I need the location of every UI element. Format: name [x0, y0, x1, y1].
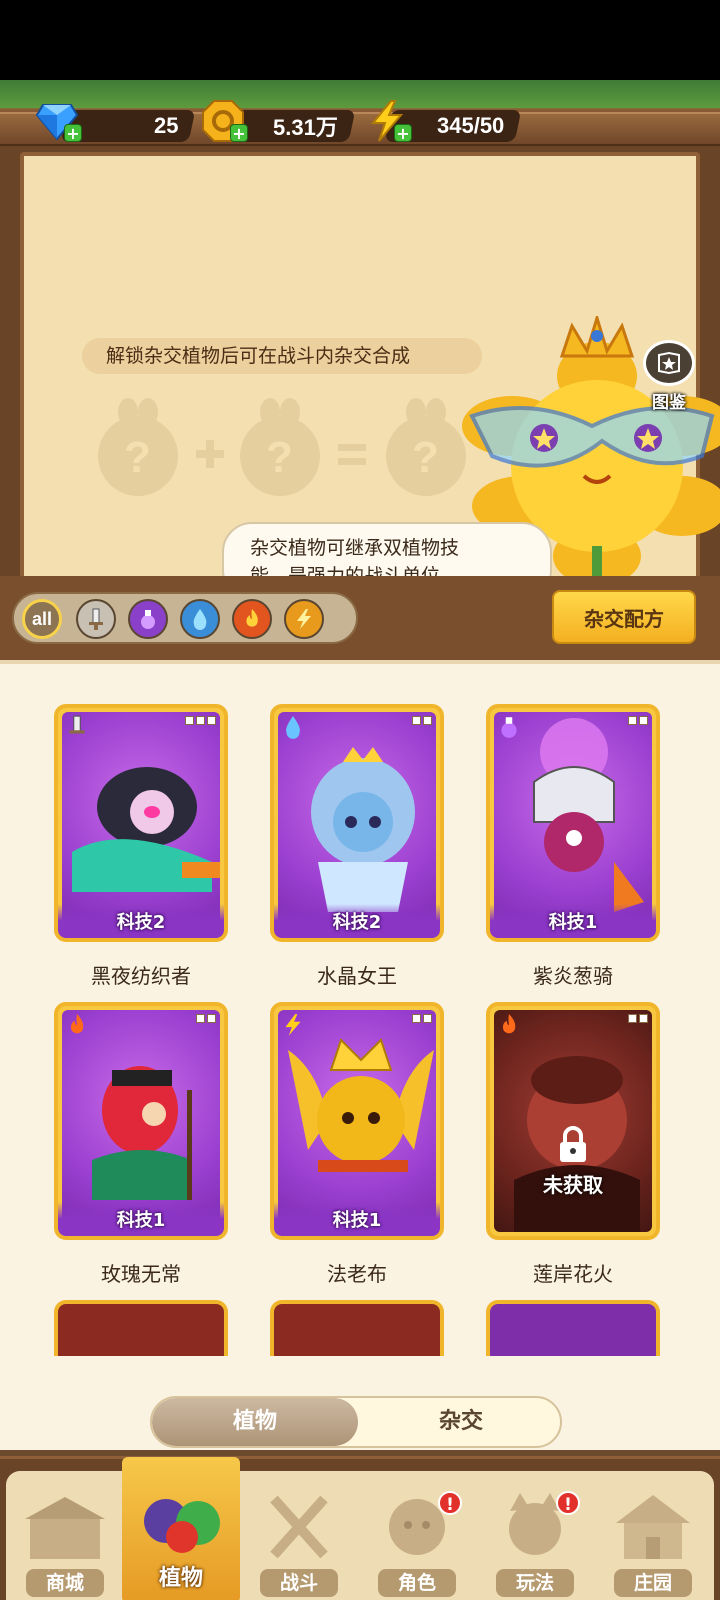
shop-icon	[25, 1497, 105, 1559]
svg-text:?: ?	[124, 433, 151, 482]
grid-icon	[628, 1014, 648, 1036]
energy-count: 345/50	[436, 113, 504, 138]
nav-label: 玩法	[496, 1569, 574, 1597]
sword-element-icon	[64, 714, 90, 740]
sword-element-icon[interactable]	[76, 599, 116, 639]
nav-shop[interactable]: 商城	[6, 1471, 124, 1600]
grid-icon	[412, 1014, 432, 1036]
hybrid-recipe-button[interactable]: 杂交配方	[552, 590, 696, 644]
add-diamond-icon[interactable]: +	[64, 124, 82, 143]
plant-art	[62, 712, 220, 934]
view-toggle: 植物 杂交	[150, 1396, 562, 1448]
add-energy-icon[interactable]: +	[394, 124, 412, 143]
plant-name: 玫瑰无常	[101, 1262, 181, 1286]
tech-level: 科技1	[58, 1202, 224, 1236]
lock-icon	[560, 1126, 586, 1162]
tab-hybrid[interactable]: 杂交	[358, 1398, 560, 1446]
nav-label: 植物	[158, 1566, 203, 1591]
fire-element-icon	[64, 1012, 90, 1038]
plant-card[interactable]: 科技1	[54, 1002, 228, 1240]
speech-line-1: 杂交植物可继承双植物技	[250, 537, 460, 559]
tab-plants[interactable]: 植物	[152, 1398, 358, 1446]
tech-level: 科技2	[58, 904, 224, 938]
bottom-nav-inner: 商城 植物 战斗 角色 ! 玩法 ! 庄园	[6, 1457, 714, 1600]
plant-name: 法老布	[327, 1262, 387, 1286]
notification-badge: !	[556, 1491, 580, 1515]
manor-icon	[616, 1495, 690, 1559]
nav-plants[interactable]: 植物	[122, 1457, 240, 1600]
plant-art	[62, 1010, 220, 1232]
potion-element-icon	[496, 714, 522, 740]
water-element-icon[interactable]	[180, 599, 220, 639]
water-element-icon	[280, 714, 306, 740]
grid-icon	[196, 1014, 216, 1036]
diamond-count: 25	[153, 113, 178, 138]
filter-bar: all 杂交配方	[0, 576, 720, 660]
lightning-icon[interactable]: +	[364, 98, 412, 144]
guide-button[interactable]: 图鉴	[636, 340, 702, 413]
grid-icon	[185, 716, 216, 738]
plant-art	[278, 1010, 436, 1232]
potion-element-icon[interactable]	[128, 599, 168, 639]
add-coin-icon[interactable]: +	[230, 124, 248, 143]
nav-label: 战斗	[260, 1569, 338, 1597]
nav-manor[interactable]: 庄园	[594, 1471, 712, 1600]
nav-label: 商城	[26, 1569, 104, 1597]
notification-badge: !	[438, 1491, 462, 1515]
svg-text:?: ?	[412, 433, 439, 482]
nav-gameplay[interactable]: 玩法 !	[476, 1471, 594, 1600]
plant-card-locked[interactable]: 未获取	[486, 1002, 660, 1240]
plant-name: 水晶女王	[317, 964, 397, 988]
plant-card[interactable]: 科技1	[486, 704, 660, 942]
nav-character[interactable]: 角色 !	[358, 1471, 476, 1600]
plant-card[interactable]: 科技2	[270, 704, 444, 942]
plant-art	[494, 712, 652, 934]
coin-icon[interactable]: +	[200, 98, 248, 144]
guide-icon	[643, 340, 695, 386]
nav-label: 庄园	[614, 1569, 692, 1597]
guide-label: 图鉴	[652, 393, 686, 413]
lightning-element-icon	[280, 1012, 306, 1038]
lightning-element-icon[interactable]	[284, 599, 324, 639]
svg-text:?: ?	[266, 433, 293, 482]
plant-name: 黑夜纺织者	[91, 964, 191, 988]
tech-level: 科技1	[490, 904, 656, 938]
plant-name: 紫炎葱骑	[533, 964, 613, 988]
plant-card-partial[interactable]	[270, 1300, 444, 1356]
plant-name: 莲岸花火	[533, 1262, 613, 1286]
not-obtained-label: 未获取	[543, 1173, 603, 1197]
grid-icon	[628, 716, 648, 738]
coin-count: 5.31万	[273, 115, 338, 140]
plant-card[interactable]: 科技1	[270, 1002, 444, 1240]
locked-overlay: 未获取	[490, 1126, 656, 1198]
plants-icon	[144, 1499, 220, 1553]
plant-card-partial[interactable]	[54, 1300, 228, 1356]
app-root: 25 + 5.31万 + 345/50 + 解锁杂交植物后可在战斗内杂交合成 ?…	[0, 80, 720, 1600]
nav-battle[interactable]: 战斗	[240, 1471, 358, 1600]
hybrid-formula-graphic: ???	[98, 398, 466, 496]
fire-element-icon[interactable]	[232, 599, 272, 639]
battle-icon	[270, 1495, 328, 1559]
element-filter-group: all	[12, 592, 358, 644]
plant-card[interactable]: 科技2	[54, 704, 228, 942]
unlock-tip: 解锁杂交植物后可在战斗内杂交合成	[82, 338, 482, 374]
grid-icon	[412, 716, 432, 738]
plant-art	[278, 712, 436, 934]
filter-all-button[interactable]: all	[22, 599, 62, 639]
bottom-nav: 商城 植物 战斗 角色 ! 玩法 ! 庄园	[0, 1456, 720, 1600]
hybrid-board: 解锁杂交植物后可在战斗内杂交合成 ??? 图鉴 杂交植物可继承双植物技	[0, 146, 720, 646]
plant-card-partial[interactable]	[486, 1300, 660, 1356]
diamond-icon[interactable]: +	[34, 98, 82, 144]
plant-art	[494, 1010, 652, 1232]
fire-element-icon	[496, 1012, 522, 1038]
plant-card-grid: 科技2 黑夜纺织者 科技2 水晶女王 科技1 紫炎葱骑 科技1 玫瑰无常 科技1…	[0, 660, 720, 1450]
tech-level: 科技2	[274, 904, 440, 938]
tech-level: 科技1	[274, 1202, 440, 1236]
nav-label: 角色	[378, 1569, 456, 1597]
resource-bar: 25 + 5.31万 + 345/50 +	[0, 80, 720, 150]
